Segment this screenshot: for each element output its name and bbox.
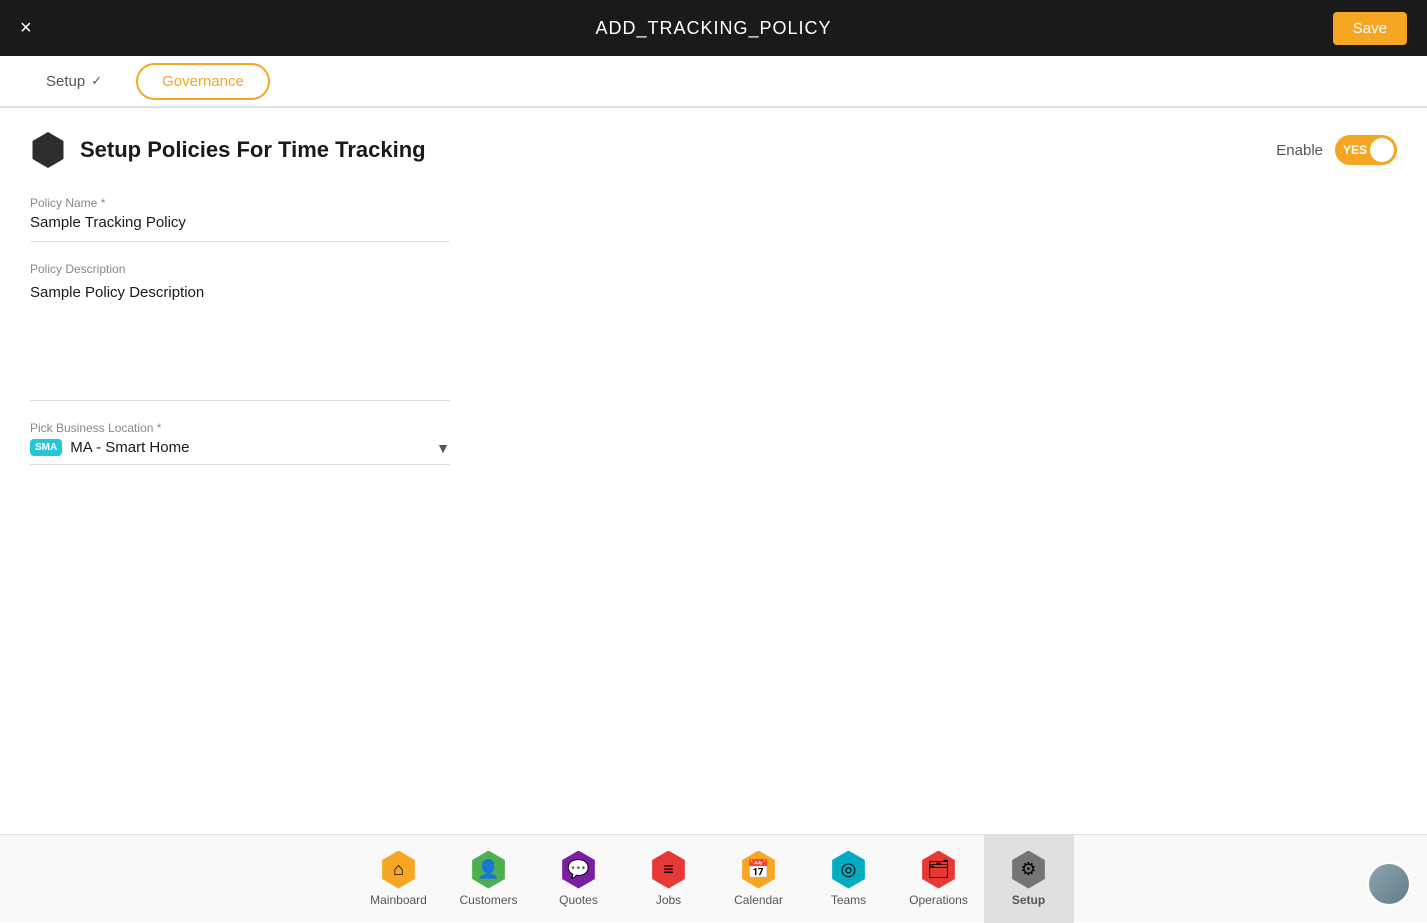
nav-item-setup[interactable]: ⚙ Setup xyxy=(984,835,1074,923)
policy-description-value[interactable]: Sample Policy Description xyxy=(30,280,450,340)
tab-setup-check: ✓ xyxy=(91,73,102,89)
toggle-yes-label: YES xyxy=(1343,143,1367,157)
nav-label-quotes: Quotes xyxy=(559,893,598,907)
nav-label-mainboard: Mainboard xyxy=(370,893,427,907)
teams-icon: ◎ xyxy=(830,851,868,889)
nav-item-quotes[interactable]: 💬 Quotes xyxy=(534,835,624,923)
tabs-bar: Setup ✓ Governance xyxy=(0,56,1427,108)
policy-name-label: Policy Name * xyxy=(30,196,450,210)
chevron-down-icon: ▼ xyxy=(436,440,450,456)
nav-item-operations[interactable]: 🗂 Operations xyxy=(894,835,984,923)
policy-name-group: Policy Name * Sample Tracking Policy xyxy=(30,196,450,242)
enable-group: Enable YES xyxy=(1276,135,1397,165)
toggle-knob xyxy=(1370,138,1394,162)
calendar-icon: 📅 xyxy=(740,851,778,889)
business-location-select[interactable]: SMA MA - Smart Home ▼ xyxy=(30,439,450,465)
quotes-icon: 💬 xyxy=(560,851,598,889)
page-title: ADD_TRACKING_POLICY xyxy=(595,18,831,39)
customers-icon: 👤 xyxy=(470,851,508,889)
setup-icon: ⚙ xyxy=(1010,851,1048,889)
tab-setup[interactable]: Setup ✓ xyxy=(20,63,128,100)
section-title: Setup Policies For Time Tracking xyxy=(80,137,426,163)
sma-badge: SMA xyxy=(30,439,62,456)
close-button[interactable]: × xyxy=(20,18,32,38)
operations-icon: 🗂 xyxy=(920,851,958,889)
section-title-group: Setup Policies For Time Tracking xyxy=(30,132,426,168)
nav-label-operations: Operations xyxy=(909,893,968,907)
avatar-image xyxy=(1369,864,1409,904)
bottom-nav: ⌂ Mainboard 👤 Customers 💬 Quotes ≡ Jobs … xyxy=(0,834,1427,922)
tab-governance[interactable]: Governance xyxy=(136,63,270,100)
business-location-group: Pick Business Location * SMA MA - Smart … xyxy=(30,421,450,465)
nav-label-setup: Setup xyxy=(1012,893,1045,907)
app-header: × ADD_TRACKING_POLICY Save xyxy=(0,0,1427,56)
nav-label-calendar: Calendar xyxy=(734,893,783,907)
policy-description-group: Policy Description Sample Policy Descrip… xyxy=(30,262,450,401)
jobs-icon: ≡ xyxy=(650,851,688,889)
nav-item-jobs[interactable]: ≡ Jobs xyxy=(624,835,714,923)
policy-description-wrapper: Sample Policy Description xyxy=(30,280,450,401)
business-location-label: Pick Business Location * xyxy=(30,421,450,435)
policy-name-value[interactable]: Sample Tracking Policy xyxy=(30,214,450,242)
nav-item-mainboard[interactable]: ⌂ Mainboard xyxy=(354,835,444,923)
main-content: Setup Policies For Time Tracking Enable … xyxy=(0,108,1427,834)
nav-item-calendar[interactable]: 📅 Calendar xyxy=(714,835,804,923)
section-header: Setup Policies For Time Tracking Enable … xyxy=(30,132,1397,168)
nav-label-jobs: Jobs xyxy=(656,893,681,907)
nav-label-customers: Customers xyxy=(459,893,517,907)
enable-toggle[interactable]: YES xyxy=(1335,135,1397,165)
policy-description-label: Policy Description xyxy=(30,262,450,276)
section-icon xyxy=(30,132,66,168)
enable-label: Enable xyxy=(1276,142,1323,159)
tab-setup-label: Setup xyxy=(46,73,85,90)
nav-label-teams: Teams xyxy=(831,893,866,907)
save-button[interactable]: Save xyxy=(1333,12,1407,45)
nav-item-customers[interactable]: 👤 Customers xyxy=(444,835,534,923)
avatar[interactable] xyxy=(1367,862,1411,906)
nav-item-teams[interactable]: ◎ Teams xyxy=(804,835,894,923)
mainboard-icon: ⌂ xyxy=(380,851,418,889)
location-text: MA - Smart Home xyxy=(70,439,428,456)
tab-governance-label: Governance xyxy=(162,73,244,90)
